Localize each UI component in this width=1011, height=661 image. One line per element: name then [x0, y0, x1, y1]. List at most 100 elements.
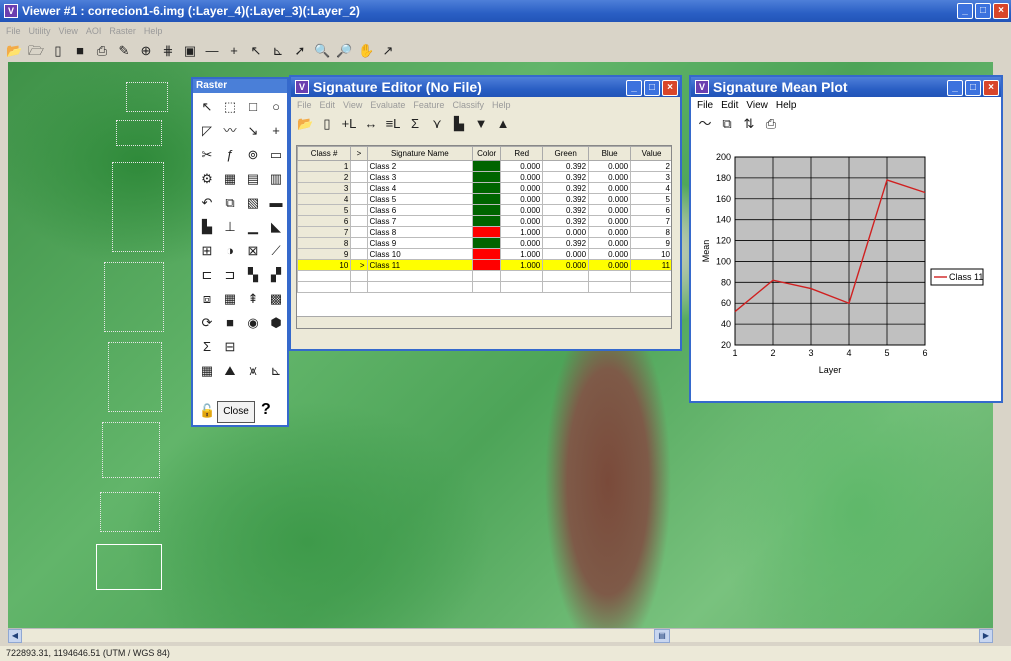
- green-cell[interactable]: 0.000: [542, 226, 590, 238]
- row-marker[interactable]: [350, 171, 368, 183]
- red-cell[interactable]: 0.000: [500, 237, 544, 249]
- contrast-icon[interactable]: ◑: [220, 243, 240, 261]
- tiles-icon[interactable]: ▚: [243, 267, 263, 285]
- maximize-button[interactable]: □: [965, 80, 981, 96]
- color-swatch[interactable]: [472, 171, 502, 183]
- menu-classify[interactable]: Classify: [452, 100, 484, 110]
- raise-icon[interactable]: ⇞: [243, 291, 263, 309]
- aoi-polygon[interactable]: [100, 492, 160, 532]
- menu-help[interactable]: Help: [492, 100, 511, 110]
- pencil-icon[interactable]: ✎: [116, 43, 132, 59]
- table-row[interactable]: 1 Class 2 0.000 0.392 0.000 2: [297, 160, 671, 172]
- signature-name-cell[interactable]: Class 8: [366, 226, 474, 238]
- add-signature-icon[interactable]: +L: [341, 116, 357, 132]
- globe-icon[interactable]: ⊕: [138, 43, 154, 59]
- align-icon[interactable]: ⊞: [197, 243, 217, 261]
- pan-icon[interactable]: ✋: [358, 43, 374, 59]
- signature-name-cell[interactable]: Class 2: [366, 160, 474, 172]
- sigma-icon[interactable]: Σ: [197, 339, 217, 357]
- color-swatch[interactable]: [472, 226, 502, 238]
- green-cell[interactable]: 0.392: [542, 215, 590, 227]
- open-icon[interactable]: 📂: [297, 116, 313, 132]
- polyline-icon[interactable]: 〰: [220, 123, 240, 141]
- stats-icon[interactable]: ⊟: [220, 339, 240, 357]
- menu-aoi[interactable]: AOI: [86, 26, 102, 36]
- undo-icon[interactable]: ↶: [197, 195, 217, 213]
- table-row[interactable]: 9 Class 10 1.000 0.000 0.000 10: [297, 248, 671, 260]
- row-marker[interactable]: >: [350, 259, 368, 271]
- blue-cell[interactable]: 0.000: [588, 248, 632, 260]
- row-number[interactable]: 7: [297, 226, 352, 238]
- scroll-right-button[interactable]: ▶: [979, 629, 993, 643]
- select-arrow-icon[interactable]: ↖: [197, 99, 217, 117]
- signature-name-cell[interactable]: Class 4: [366, 182, 474, 194]
- minimize-button[interactable]: _: [947, 80, 963, 96]
- sig-editor-titlebar[interactable]: V Signature Editor (No File) _ □ ×: [291, 77, 680, 97]
- seed-icon[interactable]: ⊚: [243, 147, 263, 165]
- red-cell[interactable]: 0.000: [500, 215, 544, 227]
- bar-chart-icon[interactable]: ▁: [243, 219, 263, 237]
- minimize-button[interactable]: _: [957, 3, 973, 19]
- color-swatch[interactable]: [472, 204, 502, 216]
- green-cell[interactable]: 0.392: [542, 193, 590, 205]
- menu-file[interactable]: File: [297, 100, 312, 110]
- value-cell[interactable]: 9: [630, 237, 671, 249]
- color-bar-icon[interactable]: ▬: [266, 195, 286, 213]
- row-number[interactable]: 5: [297, 204, 352, 216]
- print-icon[interactable]: ⎙: [763, 116, 779, 132]
- swap-icon[interactable]: ⇅: [741, 116, 757, 132]
- row-number[interactable]: 10: [297, 259, 352, 271]
- attribute-table-icon[interactable]: ▦: [197, 363, 217, 381]
- fill-icon[interactable]: ■: [220, 315, 240, 333]
- split-icon[interactable]: ⊐: [220, 267, 240, 285]
- menu-raster[interactable]: Raster: [109, 26, 136, 36]
- table-icon[interactable]: ▦: [220, 291, 240, 309]
- row-number[interactable]: 1: [297, 160, 352, 172]
- palette-title[interactable]: Raster: [193, 79, 287, 93]
- table-row[interactable]: 3 Class 4 0.000 0.392 0.000 4: [297, 182, 671, 194]
- edit-icon[interactable]: ▦: [220, 171, 240, 189]
- open-layer-icon[interactable]: 🗁: [28, 43, 44, 59]
- frame-icon[interactable]: ▭: [266, 147, 286, 165]
- box-icon[interactable]: ▣: [182, 43, 198, 59]
- point-icon[interactable]: +: [266, 123, 286, 141]
- red-cell[interactable]: 1.000: [500, 259, 544, 271]
- blue-cell[interactable]: 0.000: [588, 160, 632, 172]
- paste-icon[interactable]: ▧: [243, 195, 263, 213]
- new-icon[interactable]: ▯: [50, 43, 66, 59]
- shield-icon[interactable]: ⬢: [266, 315, 286, 333]
- blocks-icon[interactable]: ▞: [266, 267, 286, 285]
- menu-file[interactable]: File: [697, 100, 713, 111]
- row-number[interactable]: 4: [297, 193, 352, 205]
- table-row[interactable]: 10 > Class 11 1.000 0.000 0.000 11: [297, 259, 671, 271]
- merge-icon[interactable]: ⊏: [197, 267, 217, 285]
- aoi-polygon[interactable]: [108, 342, 162, 412]
- value-cell[interactable]: 5: [630, 193, 671, 205]
- col-header[interactable]: Class #: [297, 146, 352, 161]
- table-row[interactable]: 5 Class 6 0.000 0.392 0.000 6: [297, 204, 671, 216]
- red-cell[interactable]: 1.000: [500, 248, 544, 260]
- red-cell[interactable]: 0.000: [500, 171, 544, 183]
- grid-hscrollbar[interactable]: [297, 316, 671, 328]
- col-header[interactable]: Signature Name: [366, 146, 474, 161]
- palette-close-button[interactable]: Close: [217, 401, 255, 423]
- sigma-icon[interactable]: Σ: [407, 116, 423, 132]
- value-cell[interactable]: 8: [630, 226, 671, 238]
- plot-titlebar[interactable]: V Signature Mean Plot _ □ ×: [691, 77, 1001, 97]
- color-swatch[interactable]: [472, 248, 502, 260]
- signature-name-cell[interactable]: Class 5: [366, 193, 474, 205]
- maximize-button[interactable]: □: [975, 3, 991, 19]
- aoi-polygon[interactable]: [112, 162, 164, 252]
- row-marker[interactable]: [350, 226, 368, 238]
- menu-view[interactable]: View: [746, 100, 768, 111]
- color-swatch[interactable]: [472, 215, 502, 227]
- color-swatch[interactable]: [472, 193, 502, 205]
- maximize-button[interactable]: □: [644, 80, 660, 96]
- palette-help-button[interactable]: ?: [261, 401, 271, 419]
- value-cell[interactable]: 10: [630, 248, 671, 260]
- col-header[interactable]: >: [350, 146, 368, 161]
- line-style-icon[interactable]: 〜: [697, 116, 713, 132]
- scroll-thumb[interactable]: ▤: [654, 629, 670, 643]
- crosshair-icon[interactable]: +: [226, 43, 242, 59]
- close-window-button[interactable]: ×: [983, 80, 999, 96]
